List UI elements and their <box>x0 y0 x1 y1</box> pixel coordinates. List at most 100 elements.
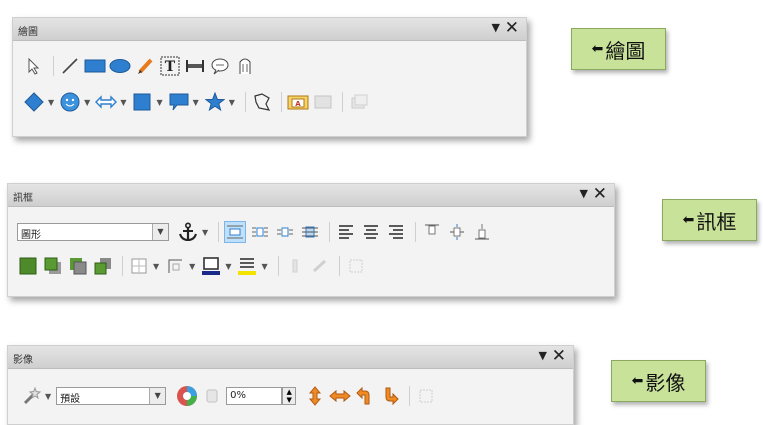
extrusion-icon <box>348 91 370 113</box>
vertical-callout-icon[interactable] <box>234 55 256 77</box>
drawing-toolbar-title: 繪圖 <box>18 27 38 38</box>
image-toolbar-titlebar[interactable]: 影像 ▼ ✕ <box>8 346 573 369</box>
align-left-icon[interactable] <box>335 221 357 243</box>
callouts-shape-icon[interactable] <box>168 91 190 113</box>
rectangle-icon[interactable] <box>84 55 106 77</box>
chevron-down-icon[interactable]: ▼ <box>193 98 199 107</box>
svg-text:T: T <box>165 59 176 75</box>
separator <box>341 92 343 112</box>
fontwork-gallery-icon[interactable]: A <box>287 91 309 113</box>
dimension-line-icon[interactable] <box>184 55 206 77</box>
ellipse-icon[interactable] <box>109 55 131 77</box>
wrap-optimal-icon[interactable] <box>274 221 296 243</box>
send-backward-icon[interactable] <box>67 255 89 277</box>
chevron-down-icon[interactable]: ▼ <box>120 98 126 107</box>
image-callout-label: ⬅ 影像 <box>611 360 706 402</box>
toolbar-close-icon[interactable]: ✕ <box>552 346 566 366</box>
chevron-down-icon[interactable]: ▼ <box>45 392 51 401</box>
chevron-down-icon[interactable]: ▼ <box>153 262 159 271</box>
stars-icon[interactable] <box>204 91 226 113</box>
border-style-icon[interactable] <box>164 255 186 277</box>
align-bottom-icon[interactable] <box>471 221 493 243</box>
separator <box>122 256 123 276</box>
transparency-input[interactable]: 0% <box>226 387 283 405</box>
bring-to-front-icon[interactable] <box>17 255 39 277</box>
frame-toolbar: 訊框 ▼ ✕ 圖形 ▼ ▼ ▼ ▼ ▼ ▼ <box>7 183 615 297</box>
separator <box>415 222 417 242</box>
chevron-down-icon[interactable]: ▼ <box>225 262 231 271</box>
transparency-stepper[interactable]: ▲ ▼ <box>282 387 297 405</box>
wrap-off-icon[interactable] <box>224 221 247 243</box>
block-arrows-icon[interactable] <box>95 91 118 113</box>
color-settings-icon[interactable] <box>176 385 198 407</box>
send-to-back-icon[interactable] <box>92 255 114 277</box>
flowchart-icon[interactable] <box>131 91 153 113</box>
frame-toolbar-title: 訊框 <box>13 193 33 204</box>
graphics-mode-combo[interactable]: 預設 ▼ <box>56 387 167 405</box>
drawing-row-1: T <box>23 52 259 80</box>
align-center-icon[interactable] <box>360 221 382 243</box>
unlink-frames-icon <box>309 255 331 277</box>
toolbar-close-icon[interactable]: ✕ <box>505 18 519 38</box>
symbol-shapes-smiley-icon[interactable] <box>59 91 81 113</box>
separator <box>329 222 331 242</box>
frame-style-combo[interactable]: 圖形 ▼ <box>17 223 169 241</box>
toolbar-menu-icon[interactable]: ▼ <box>492 21 500 34</box>
rotate-left-icon[interactable] <box>354 385 376 407</box>
drawing-callout-label: ⬅ 繪圖 <box>571 28 666 70</box>
text-box-icon[interactable]: T <box>159 55 181 77</box>
image-properties-icon <box>415 385 437 407</box>
wrap-through-icon[interactable] <box>299 221 321 243</box>
drawing-toolbar: 繪圖 ▼ ✕ T ▼ ▼ ▼ ▼ ▼ ▼ A <box>12 17 527 137</box>
wrap-page-icon[interactable] <box>249 221 271 243</box>
image-callout-text: 影像 <box>645 370 686 395</box>
rotate-right-icon[interactable] <box>379 385 401 407</box>
drawing-toolbar-titlebar[interactable]: 繪圖 ▼ ✕ <box>13 18 526 41</box>
chevron-down-icon[interactable]: ▼ <box>261 262 267 271</box>
frame-callout-text: 訊框 <box>696 209 737 234</box>
transparency-icon <box>201 385 223 407</box>
frame-row-1: 圖形 ▼ ▼ <box>17 218 496 246</box>
image-toolbar: 影像 ▼ ✕ ▼ 預設 ▼ 0% ▲ ▼ <box>7 345 574 425</box>
chevron-down-icon[interactable]: ▼ <box>229 98 235 107</box>
align-right-icon[interactable] <box>385 221 407 243</box>
left-arrow-icon: ⬅ <box>631 373 644 389</box>
callout-icon[interactable] <box>209 55 231 77</box>
flip-horizontally-icon[interactable] <box>329 385 351 407</box>
freeform-pencil-icon[interactable] <box>134 55 156 77</box>
from-file-icon <box>312 91 334 113</box>
link-frames-icon <box>284 255 306 277</box>
line-icon[interactable] <box>59 55 81 77</box>
flip-vertically-icon[interactable] <box>304 385 326 407</box>
chevron-down-icon[interactable]: ▼ <box>149 388 166 404</box>
chevron-down-icon[interactable]: ▼ <box>189 262 195 271</box>
center-vertical-icon[interactable] <box>446 221 468 243</box>
select-icon[interactable] <box>23 55 45 77</box>
edit-points-icon[interactable] <box>251 91 273 113</box>
basic-shapes-diamond-icon[interactable] <box>23 91 45 113</box>
align-top-icon[interactable] <box>421 221 443 243</box>
toolbar-menu-icon[interactable]: ▼ <box>580 187 588 200</box>
separator <box>218 222 220 242</box>
anchor-icon[interactable] <box>177 221 199 243</box>
separator <box>280 92 282 112</box>
svg-text:A: A <box>295 100 301 108</box>
chevron-down-icon[interactable]: ▼ <box>84 98 90 107</box>
chevron-down-icon[interactable]: ▼ <box>48 98 54 107</box>
separator <box>409 386 411 406</box>
graphics-mode-value: 預設 <box>60 394 81 405</box>
toolbar-close-icon[interactable]: ✕ <box>593 184 607 204</box>
filter-wand-icon[interactable] <box>20 385 42 407</box>
frame-toolbar-titlebar[interactable]: 訊框 ▼ ✕ <box>8 184 614 207</box>
chevron-down-icon[interactable]: ▼ <box>152 224 168 240</box>
background-color-icon[interactable] <box>236 255 258 277</box>
image-row-1: ▼ 預設 ▼ 0% ▲ ▼ <box>20 382 440 410</box>
toolbar-menu-icon[interactable]: ▼ <box>539 349 547 362</box>
borders-icon[interactable] <box>128 255 150 277</box>
frame-properties-icon <box>345 255 367 277</box>
chevron-down-icon[interactable]: ▼ <box>202 228 208 237</box>
chevron-down-icon[interactable]: ▼ <box>156 98 162 107</box>
frame-style-value: 圖形 <box>21 230 41 241</box>
border-color-icon[interactable] <box>200 255 222 277</box>
bring-forward-icon[interactable] <box>42 255 64 277</box>
